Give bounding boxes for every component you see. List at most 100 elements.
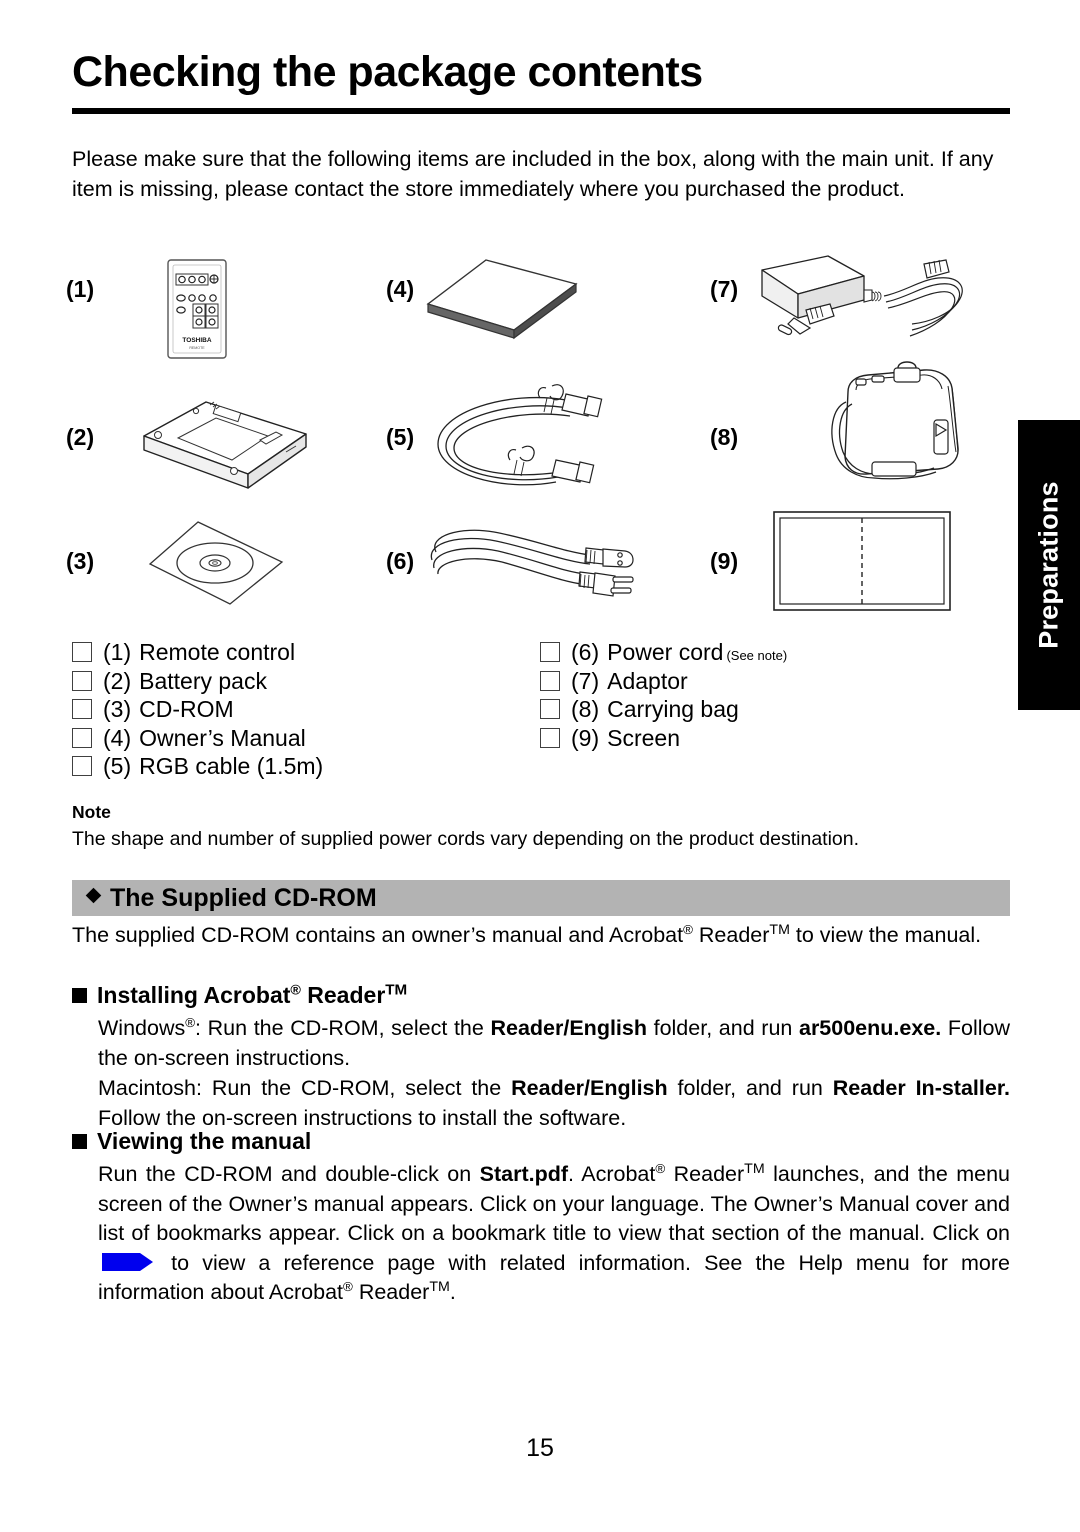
power-cord-icon [414, 522, 644, 614]
checklist-item-label: Power cord [607, 639, 724, 665]
registered-mark-icon: ® [343, 1278, 353, 1294]
see-note-marker: (See note) [726, 648, 788, 663]
cdrom-intro-part-b: Reader [692, 923, 770, 947]
subheading-install-part-b: Reader [300, 982, 386, 1008]
windows-label: Windows [98, 1016, 186, 1040]
checklist-item-label: CD-ROM [139, 696, 234, 722]
remote-control-icon: TOSHIBA REMOTE [162, 258, 234, 362]
windows-text-1: : Run the CD-ROM, select the [195, 1016, 491, 1040]
checkbox-icon[interactable] [72, 756, 92, 776]
svg-text:REMOTE: REMOTE [189, 346, 205, 350]
side-tab-preparations: Preparations [1018, 420, 1080, 710]
checklist-item-number: (6) [571, 639, 600, 665]
checkbox-icon[interactable] [540, 699, 560, 719]
checklist-item-label: Screen [607, 724, 680, 751]
figure-number-8: (8) [710, 424, 739, 450]
trademark-mark-icon: TM [429, 1278, 450, 1295]
figure-number-3: (3) [66, 548, 95, 574]
mac-text-3: Follow the on-screen instructions to ins… [98, 1105, 627, 1130]
package-items-illustrations: (1) TOSHIBA REMOTE (2) (3) (4) (5) (6) (… [66, 252, 1016, 622]
viewing-text-7: . [449, 1280, 456, 1304]
page-title: Checking the package contents [72, 48, 703, 96]
trademark-mark-icon: TM [385, 981, 408, 999]
trademark-mark-icon: TM [744, 1160, 765, 1177]
cdrom-intro-part-c: to view the manual. [789, 923, 982, 947]
title-underline-rule [72, 108, 1010, 114]
square-bullet-icon [72, 1134, 87, 1149]
blue-reference-arrow-icon[interactable] [102, 1251, 154, 1273]
viewing-text-2: . Acrobat [568, 1162, 656, 1186]
figure-number-1: (1) [66, 276, 95, 302]
registered-mark-icon: ® [655, 1160, 666, 1176]
mac-text-2: folder, and run [667, 1076, 833, 1100]
subheading-viewing-text: Viewing the manual [97, 1128, 312, 1154]
note-heading: Note [72, 802, 111, 822]
note-body-text: The shape and number of supplied power c… [72, 828, 860, 850]
reader-english-folder-bold: Reader/English [511, 1076, 668, 1100]
checkbox-icon[interactable] [540, 727, 560, 748]
viewing-text-3: Reader [665, 1162, 745, 1186]
checklist-item[interactable]: (5) RGB cable (1.5m) [72, 752, 323, 781]
reader-installer-bold: Reader In-staller. [832, 1076, 1010, 1100]
figure-number-6: (6) [386, 548, 415, 574]
figure-number-9: (9) [710, 548, 739, 574]
intro-paragraph: Please make sure that the following item… [72, 147, 994, 201]
checklist-item[interactable]: (7) Adaptor [540, 667, 787, 696]
checklist-item-number: (5) [103, 753, 132, 779]
checklist-item[interactable]: (4) Owner’s Manual [72, 724, 323, 753]
checklist-item[interactable]: (9) Screen [540, 724, 787, 753]
checklist-item[interactable]: (2) Battery pack [72, 667, 323, 696]
checklist-item-number: (1) [103, 639, 132, 665]
registered-mark-icon: ® [185, 1014, 196, 1030]
viewing-text-5: to view a reference page with related in… [98, 1250, 1010, 1305]
checklist-item-number: (2) [103, 667, 132, 694]
windows-text-2: folder, and run [646, 1016, 799, 1040]
checkbox-icon[interactable] [540, 670, 560, 691]
checkbox-icon[interactable] [72, 699, 92, 719]
checklist-item-label: Owner’s Manual [139, 724, 306, 751]
cd-rom-icon [146, 518, 286, 608]
cdrom-intro-paragraph: The supplied CD-ROM contains an owner’s … [72, 920, 1012, 950]
screen-icon [772, 510, 952, 612]
adaptor-icon [744, 252, 984, 352]
checklist-item-label: Adaptor [607, 667, 688, 694]
windows-instructions-paragraph: Windows®: Run the CD-ROM, select the Rea… [98, 1014, 1010, 1073]
square-bullet-icon [72, 988, 87, 1003]
figure-number-2: (2) [66, 424, 95, 450]
checklist-item[interactable]: (1) Remote control [72, 638, 323, 667]
figure-number-7: (7) [710, 276, 739, 302]
checklist-item-label: Remote control [139, 639, 296, 665]
reader-english-folder-bold: Reader/English [490, 1016, 647, 1040]
cdrom-intro-part-a: The supplied CD-ROM contains an owner’s … [72, 923, 684, 947]
viewing-text-6: Reader [352, 1280, 430, 1304]
page-number: 15 [526, 1434, 554, 1462]
section-heading-bar: The Supplied CD-ROM [72, 880, 1010, 916]
checklist-right-column: (6) Power cord (See note) (7) Adaptor (8… [540, 638, 787, 752]
checklist-item[interactable]: (3) CD-ROM [72, 695, 323, 724]
checkbox-icon[interactable] [72, 642, 92, 662]
trademark-mark-icon: TM [769, 921, 790, 938]
checklist-item[interactable]: (6) Power cord (See note) [540, 638, 787, 667]
carrying-bag-icon [826, 361, 976, 488]
checkbox-icon[interactable] [72, 670, 92, 691]
registered-mark-icon: ® [683, 921, 693, 937]
checkbox-icon[interactable] [540, 642, 560, 662]
registered-mark-icon: ® [290, 982, 301, 999]
checklist-item-number: (7) [571, 667, 600, 694]
checklist-item-number: (8) [571, 696, 600, 722]
mac-text-1: Macintosh: Run the CD-ROM, select the [98, 1076, 512, 1100]
start-pdf-bold: Start.pdf [479, 1162, 569, 1186]
checklist-item-label: Carrying bag [607, 696, 739, 722]
checklist-item-label: Battery pack [139, 667, 267, 694]
figure-number-5: (5) [386, 424, 415, 450]
svg-text:TOSHIBA: TOSHIBA [182, 337, 211, 344]
viewing-instructions-paragraph: Run the CD-ROM and double-click on Start… [98, 1160, 1010, 1308]
checklist-item-label: RGB cable (1.5m) [139, 753, 324, 779]
battery-pack-icon [136, 392, 316, 489]
checklist-item-number: (9) [571, 724, 600, 751]
section-heading-text: The Supplied CD-ROM [110, 884, 377, 912]
checklist-item[interactable]: (8) Carrying bag [540, 695, 787, 724]
checkbox-icon[interactable] [72, 727, 92, 748]
subheading-viewing-the-manual: Viewing the manual [72, 1128, 311, 1155]
viewing-text-1: Run the CD-ROM and double-click on [98, 1162, 480, 1186]
